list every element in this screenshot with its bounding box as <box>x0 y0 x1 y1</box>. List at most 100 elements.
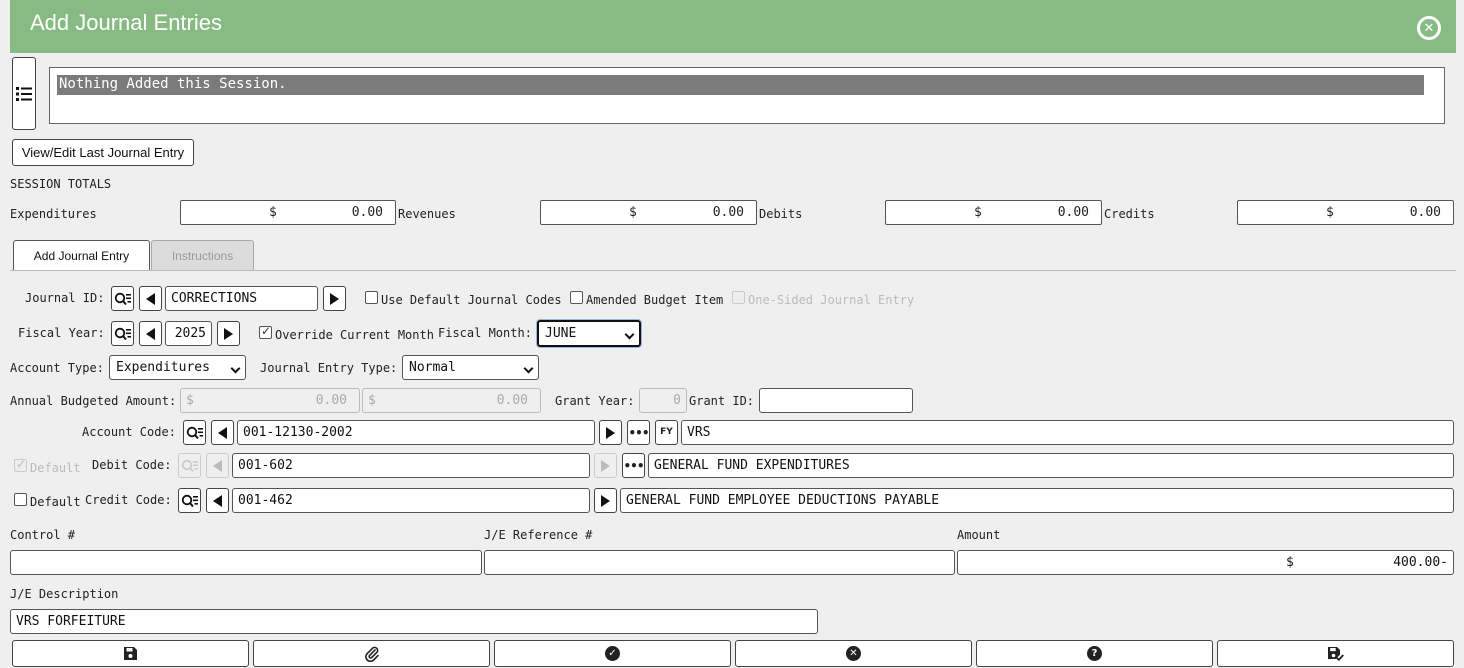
annual-budgeted-input-1: $ 0.00 <box>180 388 360 413</box>
account-code-prev-button[interactable] <box>211 420 234 445</box>
attach-button[interactable] <box>253 640 490 667</box>
close-button[interactable]: ✕ <box>1417 16 1441 40</box>
chevron-left-icon <box>146 292 155 305</box>
session-list-toggle-button[interactable] <box>12 57 36 130</box>
session-log: Nothing Added this Session. <box>49 67 1445 124</box>
override-month-checkbox[interactable] <box>259 324 272 339</box>
expenditures-label: Expenditures <box>10 207 97 221</box>
amended-budget-label: Amended Budget Item <box>586 293 724 307</box>
search-list-icon <box>181 459 198 472</box>
save-icon <box>124 647 137 660</box>
credit-code-label: Credit Code: <box>85 493 172 507</box>
save-button[interactable] <box>12 640 249 667</box>
control-no-label: Control # <box>10 528 76 542</box>
session-message: Nothing Added this Session. <box>57 75 1424 95</box>
paperclip-icon <box>364 646 379 662</box>
fiscal-month-label: Fiscal Month: <box>438 326 532 340</box>
debit-code-lookup-button[interactable] <box>178 453 201 478</box>
je-type-value: Normal <box>409 360 456 375</box>
je-type-select[interactable]: Normal <box>402 355 539 380</box>
fiscal-month-select[interactable]: JUNE <box>536 319 642 348</box>
credit-code-input[interactable]: 001-462 <box>232 488 590 513</box>
je-reference-input[interactable] <box>484 550 955 575</box>
currency-symbol: $ <box>974 205 982 220</box>
question-circle-icon: ? <box>1087 646 1102 661</box>
account-type-select[interactable]: Expenditures <box>109 355 246 380</box>
chevron-right-icon <box>330 292 339 305</box>
close-icon: ✕ <box>1420 19 1438 37</box>
chevron-left-icon <box>213 459 222 472</box>
debit-code-label: Debit Code: <box>92 458 172 472</box>
account-code-label: Account Code: <box>82 425 176 439</box>
debit-default-checkbox[interactable] <box>14 457 27 472</box>
total-value: 0.00 <box>1057 205 1089 220</box>
chevron-right-icon <box>601 459 610 472</box>
ellipsis-icon: ••• <box>623 458 644 473</box>
chevron-left-icon <box>213 494 222 507</box>
revenues-total: $ 0.00 <box>540 200 757 225</box>
je-description-input[interactable]: VRS FORFEITURE <box>10 609 818 634</box>
journal-id-prev-button[interactable] <box>139 286 162 311</box>
account-code-input[interactable]: 001-12130-2002 <box>237 420 595 445</box>
debit-code-more-button[interactable]: ••• <box>622 453 645 478</box>
account-code-fy-button[interactable]: FY <box>655 420 678 445</box>
accept-button[interactable]: ✓ <box>494 640 731 667</box>
revenues-label: Revenues <box>398 207 456 221</box>
amended-budget-checkbox[interactable] <box>570 291 583 304</box>
debit-code-next-button[interactable] <box>594 453 617 478</box>
journal-id-lookup-button[interactable] <box>111 286 134 311</box>
journal-id-next-button[interactable] <box>323 286 346 311</box>
one-sided-checkbox[interactable] <box>732 291 745 304</box>
window-title: Add Journal Entries <box>30 10 222 35</box>
ellipsis-icon: ••• <box>628 425 649 440</box>
tab-divider <box>10 270 1456 271</box>
debit-code-input[interactable]: 001-602 <box>232 453 590 478</box>
currency-symbol: $ <box>1326 205 1334 220</box>
save-and-post-button[interactable] <box>1217 640 1454 667</box>
budgeted-value: 0.00 <box>496 393 528 408</box>
amount-label: Amount <box>957 528 1001 542</box>
list-icon <box>16 86 32 101</box>
account-code-more-button[interactable]: ••• <box>627 420 650 445</box>
chevron-right-icon <box>224 327 233 340</box>
tab-instructions[interactable]: Instructions <box>151 240 254 270</box>
tab-add-journal-entry[interactable]: Add Journal Entry <box>13 240 150 270</box>
je-reference-label: J/E Reference # <box>484 528 593 542</box>
control-no-input[interactable] <box>10 550 482 575</box>
grant-id-input[interactable] <box>759 388 913 413</box>
cancel-button[interactable]: ✕ <box>735 640 972 667</box>
help-button[interactable]: ? <box>976 640 1213 667</box>
fiscal-year-input[interactable]: 2025 <box>165 321 212 346</box>
credit-code-lookup-button[interactable] <box>178 488 201 513</box>
fiscal-year-lookup-button[interactable] <box>111 321 134 346</box>
use-default-codes-checkbox[interactable] <box>365 291 378 304</box>
credit-code-prev-button[interactable] <box>206 488 229 513</box>
grant-year-input: 0 <box>639 388 687 413</box>
journal-id-input[interactable]: CORRECTIONS <box>165 286 318 311</box>
total-value: 0.00 <box>351 205 383 220</box>
journal-id-label: Journal ID: <box>25 291 105 305</box>
annual-budgeted-input-2: $ 0.00 <box>362 388 541 413</box>
chevron-down-icon <box>230 363 241 374</box>
use-default-codes-label: Use Default Journal Codes <box>381 293 562 307</box>
currency-symbol: $ <box>629 205 637 220</box>
session-totals-heading: SESSION TOTALS <box>10 177 112 191</box>
fiscal-year-label: Fiscal Year: <box>18 326 105 340</box>
credit-code-next-button[interactable] <box>594 488 617 513</box>
search-list-icon <box>114 327 131 340</box>
search-list-icon <box>186 426 203 439</box>
fy-icon: FY <box>660 427 673 437</box>
amount-input[interactable]: $ 400.00- <box>957 550 1454 575</box>
view-edit-last-button[interactable]: View/Edit Last Journal Entry <box>12 139 194 166</box>
fiscal-year-prev-button[interactable] <box>139 321 162 346</box>
account-code-next-button[interactable] <box>599 420 622 445</box>
account-code-lookup-button[interactable] <box>183 420 206 445</box>
fiscal-year-next-button[interactable] <box>217 321 240 346</box>
chevron-down-icon <box>523 363 534 374</box>
credit-default-checkbox[interactable] <box>14 493 27 506</box>
je-description-label: J/E Description <box>10 587 119 601</box>
credit-code-description: GENERAL FUND EMPLOYEE DEDUCTIONS PAYABLE <box>620 488 1454 513</box>
annual-budgeted-label: Annual Budgeted Amount: <box>10 394 177 408</box>
grant-year-label: Grant Year: <box>555 394 635 408</box>
debit-code-prev-button[interactable] <box>206 453 229 478</box>
